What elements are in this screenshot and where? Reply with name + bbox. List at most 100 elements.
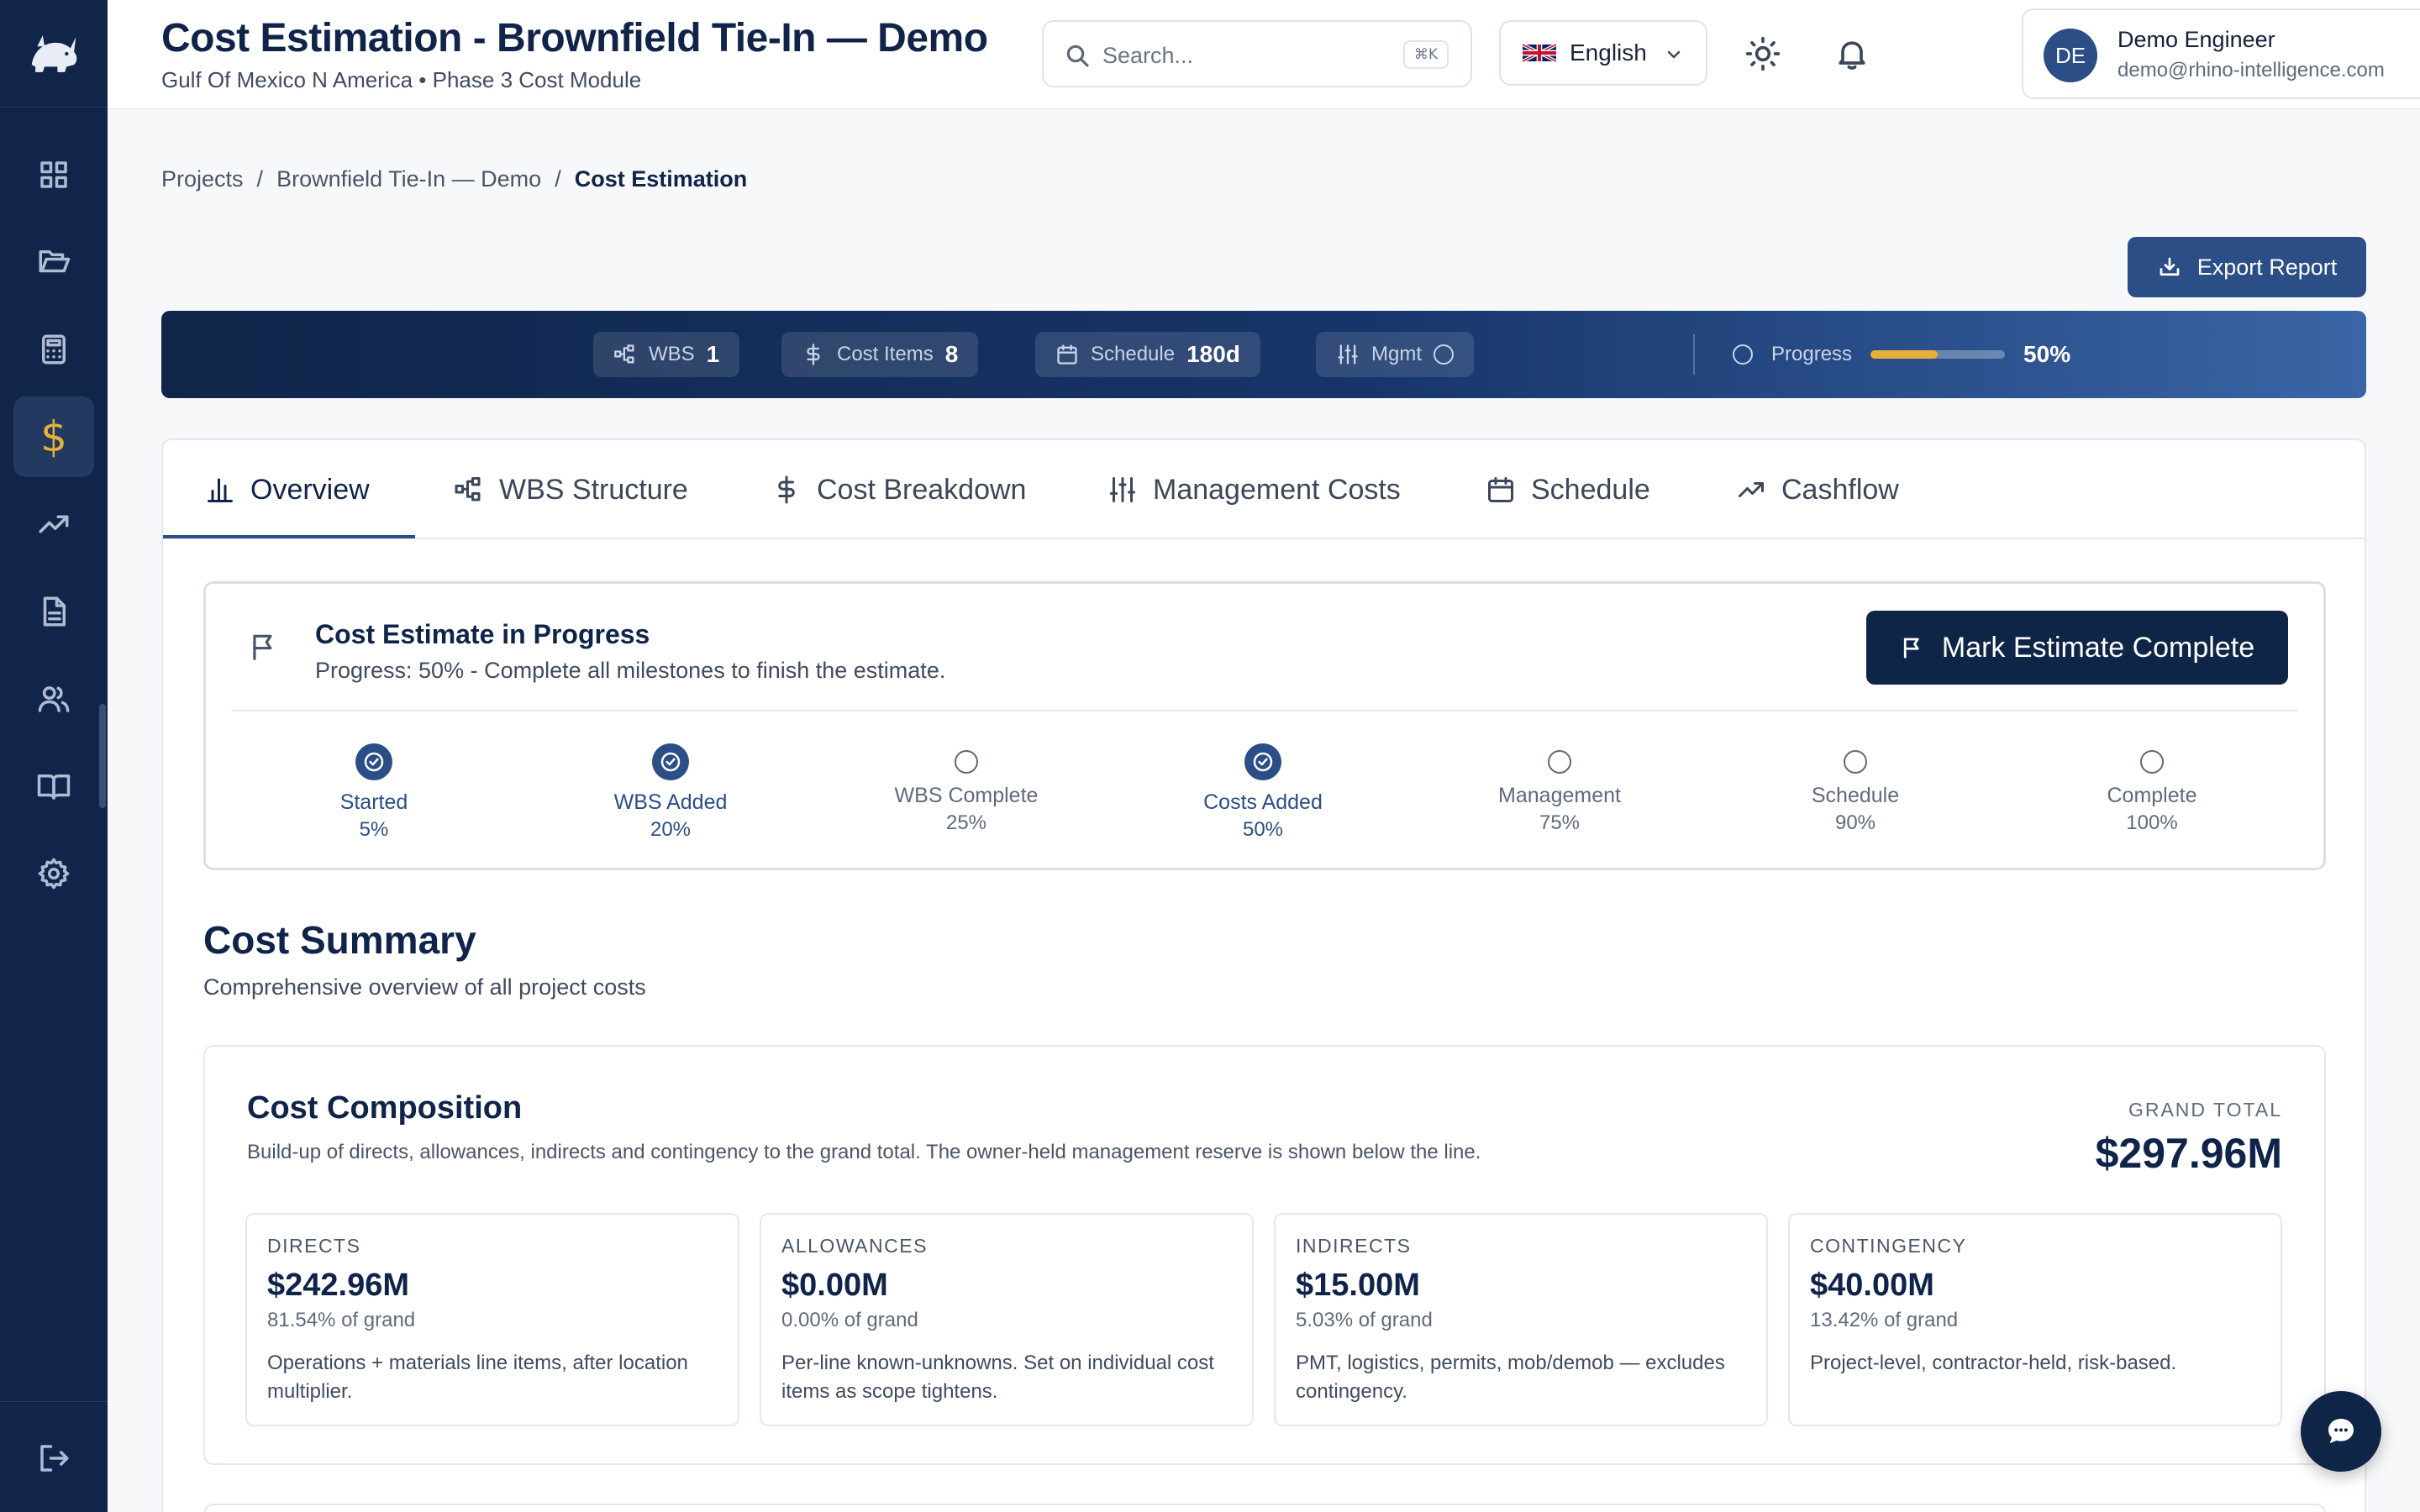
- folder-open-icon: [39, 250, 71, 273]
- metric-label: CONTINGENCY: [1810, 1235, 1967, 1257]
- flag-icon: [253, 634, 272, 660]
- calculator-icon: [42, 334, 66, 365]
- milestone-percent: 25%: [945, 811, 987, 834]
- stat-cost-items: Cost Items 8: [781, 332, 979, 377]
- sidebar-divider: [0, 1401, 108, 1402]
- milestone-label: Management: [1498, 784, 1621, 807]
- sun-icon[interactable]: [1744, 35, 1781, 72]
- progress-bar-fill: [1870, 350, 1939, 359]
- tab-overview[interactable]: Overview: [205, 440, 370, 539]
- uk-flag-icon: [1523, 43, 1556, 63]
- search-shortcut-badge: ⌘K: [1403, 40, 1449, 69]
- dollar-icon: $: [40, 412, 67, 461]
- metric-value: $242.96M: [267, 1268, 410, 1303]
- milestone-label: Costs Added: [1203, 790, 1323, 814]
- chevron-down-icon: [1667, 50, 1681, 59]
- progress-card-subtitle: Progress: 50% - Complete all milestones …: [315, 658, 946, 683]
- stat-cost-items-label: Cost Items: [837, 343, 934, 365]
- metric-contingency: CONTINGENCY $40.00M 13.42% of grand Proj…: [1788, 1213, 2282, 1426]
- metric-percent: 13.42% of grand: [1810, 1309, 1959, 1331]
- book-open-icon: [37, 774, 71, 800]
- breadcrumb-projects[interactable]: Projects: [161, 166, 244, 192]
- stat-schedule: Schedule 180d: [1035, 332, 1260, 377]
- tab-schedule-label: Schedule: [1531, 473, 1650, 506]
- milestone-pending-icon: [2140, 750, 2164, 774]
- metric-label: ALLOWANCES: [781, 1235, 928, 1257]
- sidebar-scrollbar[interactable]: [99, 704, 106, 808]
- language-label: English: [1570, 39, 1647, 66]
- breadcrumb-current: Cost Estimation: [574, 166, 748, 192]
- bell-icon[interactable]: [1833, 35, 1870, 72]
- mgmt-pending-icon: [1434, 344, 1454, 365]
- nav-dashboard[interactable]: [13, 134, 94, 215]
- metric-value: $15.00M: [1296, 1268, 1420, 1303]
- nav-documents[interactable]: [13, 571, 94, 652]
- estimate-progress-card: Cost Estimate in Progress Progress: 50% …: [203, 581, 2326, 870]
- progress-bar: [1870, 350, 2006, 359]
- language-selector[interactable]: English: [1499, 20, 1707, 86]
- grid-icon: [40, 161, 67, 188]
- nav-logout[interactable]: [13, 1418, 94, 1499]
- nav-library[interactable]: [13, 746, 94, 827]
- nav-cost-estimation[interactable]: $: [13, 396, 94, 477]
- top-header: Cost Estimation - Brownfield Tie-In — De…: [108, 0, 2420, 109]
- metric-allowances: ALLOWANCES $0.00M 0.00% of grand Per-lin…: [760, 1213, 1254, 1426]
- cost-composition-card: Cost Composition Build-up of directs, al…: [203, 1045, 2326, 1465]
- nav-team[interactable]: [13, 659, 94, 739]
- milestone-label: WBS Added: [613, 790, 728, 814]
- nav-projects[interactable]: [13, 222, 94, 302]
- stat-wbs-label: WBS: [649, 343, 695, 365]
- tab-schedule[interactable]: Schedule: [1486, 440, 1650, 539]
- sliders-icon: [1110, 477, 1135, 502]
- metric-percent: 0.00% of grand: [781, 1309, 918, 1331]
- search-input[interactable]: [1102, 37, 1388, 74]
- metric-label: INDIRECTS: [1296, 1235, 1412, 1257]
- page-title: Cost Estimation - Brownfield Tie-In — De…: [161, 16, 988, 60]
- tab-bar: Overview WBS Structure Cost Breakdown Ma…: [163, 440, 2365, 539]
- active-tab-indicator: [163, 535, 415, 538]
- milestone-pending-icon: [1548, 750, 1571, 774]
- mark-estimate-complete-button[interactable]: Mark Estimate Complete: [1866, 611, 2288, 685]
- metric-description: Per-line known-unknowns. Set on individu…: [781, 1352, 1214, 1403]
- metric-percent: 81.54% of grand: [267, 1309, 416, 1331]
- chat-bubble-icon: [2328, 1419, 2354, 1444]
- tab-cashflow[interactable]: Cashflow: [1736, 440, 1899, 539]
- breadcrumb-project[interactable]: Brownfield Tie-In — Demo: [276, 166, 541, 192]
- user-menu[interactable]: DE Demo Engineer demo@rhino-intelligence…: [2022, 8, 2420, 99]
- nav-analytics[interactable]: [13, 484, 94, 564]
- progress-card-divider: [233, 710, 2298, 711]
- metric-percent: 5.03% of grand: [1296, 1309, 1433, 1331]
- cost-composition-subtitle: Build-up of directs, allowances, indirec…: [247, 1141, 1481, 1163]
- milestone-schedule: Schedule 90%: [1754, 743, 1956, 835]
- rhino-logo[interactable]: [0, 0, 108, 108]
- stats-divider: [1693, 334, 1695, 375]
- bar-chart-icon: [208, 478, 233, 502]
- breadcrumb-separator: /: [256, 166, 264, 192]
- tab-cost-breakdown-label: Cost Breakdown: [817, 473, 1027, 506]
- export-report-label: Export Report: [2196, 254, 2338, 280]
- export-report-button[interactable]: Export Report: [2128, 237, 2366, 297]
- trend-up-icon: [1739, 482, 1764, 497]
- tab-cost-breakdown[interactable]: Cost Breakdown: [771, 440, 1026, 539]
- stat-wbs: WBS 1: [593, 332, 740, 377]
- nav-settings[interactable]: [13, 833, 94, 914]
- chat-assistant-button[interactable]: [2301, 1391, 2381, 1472]
- user-name: Demo Engineer: [2118, 27, 2275, 52]
- tab-wbs-structure[interactable]: WBS Structure: [454, 440, 688, 539]
- tab-management-costs[interactable]: Management Costs: [1107, 440, 1401, 539]
- milestone-label: Started: [339, 790, 408, 814]
- milestone-label: Complete: [2107, 784, 2197, 807]
- grand-total-value: $297.96M: [2095, 1130, 2282, 1177]
- search-box[interactable]: ⌘K: [1042, 20, 1472, 87]
- stat-mgmt: Mgmt: [1316, 332, 1474, 377]
- nav-calculator[interactable]: [13, 309, 94, 390]
- stat-schedule-value: 180d: [1186, 341, 1240, 367]
- milestone-wbs-added: WBS Added 20%: [570, 743, 771, 842]
- metric-value: $40.00M: [1810, 1268, 1934, 1303]
- users-icon: [38, 686, 70, 712]
- tab-management-costs-label: Management Costs: [1153, 473, 1401, 506]
- metric-directs: DIRECTS $242.96M 81.54% of grand Operati…: [245, 1213, 739, 1426]
- calendar-icon: [1488, 477, 1513, 502]
- sliders-icon: [1338, 344, 1358, 365]
- cost-estimation-card: Overview WBS Structure Cost Breakdown Ma…: [161, 438, 2366, 1512]
